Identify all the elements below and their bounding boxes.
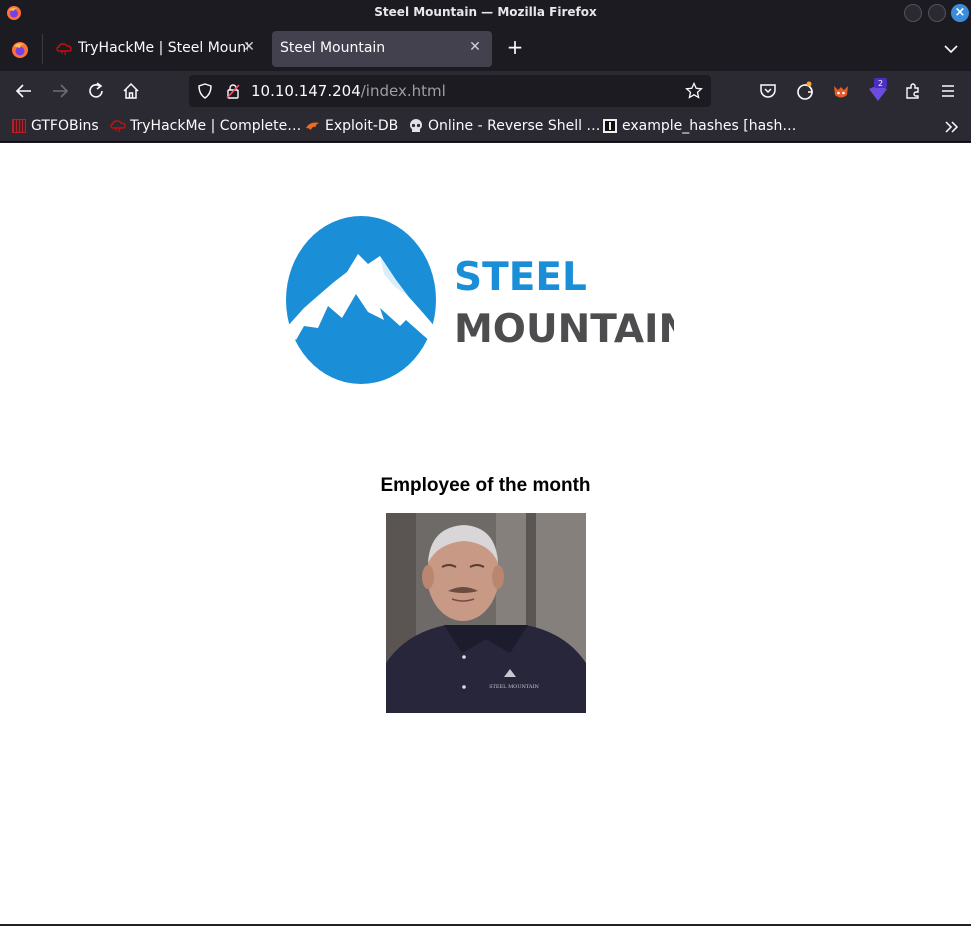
window-title: Steel Mountain — Mozilla Firefox xyxy=(374,5,597,19)
logo-line-mountain: MOUNTAIN xyxy=(454,307,674,352)
back-arrow-icon[interactable] xyxy=(14,81,34,101)
hashcat-icon xyxy=(603,119,617,133)
close-tab-icon[interactable]: ✕ xyxy=(240,38,258,56)
tab-divider xyxy=(42,34,43,64)
bookmark-label: Online - Reverse Shell … xyxy=(428,118,601,134)
firefox-view-icon[interactable] xyxy=(10,40,30,60)
tab-label: Steel Mountain xyxy=(280,40,386,56)
window-titlebar: Steel Mountain — Mozilla Firefox × xyxy=(0,0,971,26)
url-path: /index.html xyxy=(360,82,446,100)
bookmark-label: example_hashes [hash… xyxy=(622,118,797,134)
insecure-lock-icon[interactable] xyxy=(225,83,241,99)
plus-icon: + xyxy=(506,35,524,59)
minimize-button[interactable] xyxy=(904,4,922,22)
pocket-icon[interactable] xyxy=(758,81,778,101)
extension-badge-count: 2 xyxy=(878,79,883,88)
extensions-puzzle-icon[interactable] xyxy=(903,81,923,101)
tab-tryhackme[interactable]: TryHackMe | Steel Mountain ✕ xyxy=(48,31,266,67)
tab-strip: TryHackMe | Steel Mountain ✕ Steel Mount… xyxy=(0,26,971,71)
employee-of-the-month-heading: Employee of the month xyxy=(380,475,591,496)
home-icon[interactable] xyxy=(121,81,141,101)
employee-photo: STEEL MOUNTAIN xyxy=(386,513,586,713)
bookmark-tryhackme[interactable]: TryHackMe | Complete… xyxy=(110,117,302,137)
tab-steel-mountain[interactable]: Steel Mountain ✕ xyxy=(272,31,492,67)
tab-label: TryHackMe | Steel Mountain xyxy=(78,40,248,56)
chevron-down-icon[interactable] xyxy=(942,40,960,58)
tracking-protection-shield-icon[interactable] xyxy=(197,83,213,99)
logo-line-steel: STEEL xyxy=(454,255,587,300)
bookmark-label: Exploit-DB xyxy=(325,118,399,134)
gtfobins-icon xyxy=(12,119,26,133)
steel-mountain-logo: STEEL MOUNTAIN xyxy=(286,216,674,384)
tryhackme-icon xyxy=(110,120,126,132)
wappalyzer-icon[interactable]: 2 xyxy=(867,77,889,103)
foxyproxy-icon[interactable] xyxy=(831,81,851,101)
url-text[interactable]: 10.10.147.204/index.html xyxy=(251,82,446,100)
navigation-toolbar: 10.10.147.204/index.html 2 xyxy=(0,71,971,111)
tryhackme-icon xyxy=(56,43,72,55)
reload-icon[interactable] xyxy=(86,81,106,101)
shirt-logo-text: STEEL MOUNTAIN xyxy=(489,684,539,690)
url-host: 10.10.147.204 xyxy=(251,82,361,100)
account-sync-icon[interactable] xyxy=(795,81,815,101)
forward-arrow-icon[interactable] xyxy=(50,81,70,101)
bookmark-exploit-db[interactable]: Exploit-DB xyxy=(305,117,403,137)
bookmark-gtfobins[interactable]: GTFOBins xyxy=(11,117,101,137)
new-tab-button[interactable]: + xyxy=(505,35,525,59)
url-bar[interactable]: 10.10.147.204/index.html xyxy=(189,75,711,107)
bookmark-reverse-shell[interactable]: Online - Reverse Shell … xyxy=(408,117,600,137)
skull-icon xyxy=(410,119,422,132)
more-bookmarks-chevron-icon[interactable] xyxy=(943,118,961,136)
hamburger-menu-icon[interactable] xyxy=(938,81,958,101)
bookmark-label: GTFOBins xyxy=(31,118,99,134)
page-content: STEEL MOUNTAIN Employee of the month STE… xyxy=(0,143,971,926)
close-window-button[interactable]: × xyxy=(951,4,969,22)
close-icon: × xyxy=(954,5,966,20)
maximize-button[interactable] xyxy=(928,4,946,22)
bookmark-star-icon[interactable] xyxy=(685,82,703,100)
exploitdb-icon xyxy=(306,122,319,130)
close-tab-icon[interactable]: ✕ xyxy=(466,38,484,56)
bookmark-example-hashes[interactable]: example_hashes [hash… xyxy=(602,117,796,137)
bookmarks-toolbar: GTFOBins TryHackMe | Complete… Exploit-D… xyxy=(0,111,971,142)
bookmark-label: TryHackMe | Complete… xyxy=(130,118,302,134)
